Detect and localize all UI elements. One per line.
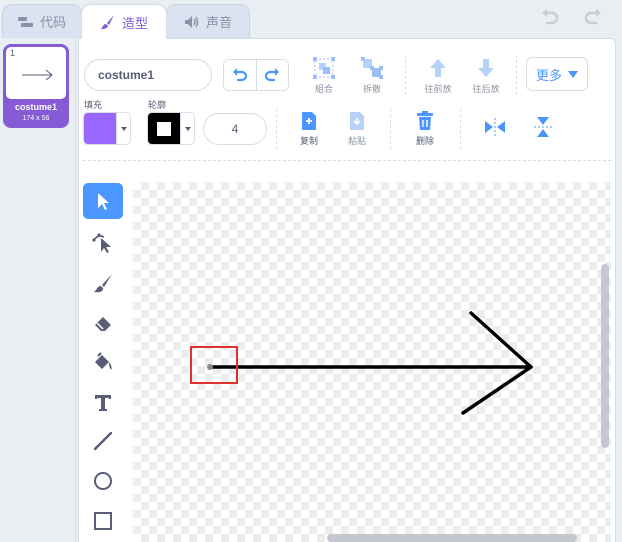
line-icon [93, 431, 113, 451]
backward-label: 往后放 [472, 84, 500, 94]
tab-costumes[interactable]: 造型 [81, 4, 167, 39]
rectangle-tool[interactable] [83, 503, 123, 539]
flip-horizontal-icon [485, 118, 505, 136]
paste-label: 粘贴 [347, 136, 366, 146]
ungroup-icon [361, 57, 383, 79]
circle-icon [94, 472, 112, 490]
group-button[interactable]: 組合 [306, 57, 342, 95]
fill-color-button[interactable] [83, 112, 131, 145]
paint-bucket-icon [95, 352, 112, 370]
divider [460, 109, 461, 149]
code-blocks-icon [17, 15, 34, 29]
global-redo-icon[interactable] [582, 6, 606, 30]
forward-label: 往前放 [424, 84, 452, 94]
tab-bar: 代码 造型 声音 [0, 0, 622, 39]
caret-down-icon [116, 113, 130, 144]
highlight-box [190, 346, 238, 384]
undo-redo-group [223, 59, 289, 91]
flip-vertical-button[interactable] [525, 115, 561, 139]
arrow-down-icon [478, 59, 494, 77]
outline-swatch [148, 113, 180, 144]
horizontal-scrollbar[interactable] [327, 534, 577, 542]
stroke-width-input[interactable]: 4 [203, 113, 267, 145]
toolbar-divider [83, 160, 611, 161]
redo-button[interactable] [255, 60, 288, 90]
ungroup-label: 拆散 [362, 84, 381, 94]
reshape-tool[interactable] [83, 225, 123, 261]
outline-color-button[interactable] [147, 112, 195, 145]
more-button[interactable]: 更多 [526, 57, 588, 91]
costume-size-label: 174 x 56 [22, 115, 50, 122]
tab-code-label: 代码 [39, 15, 66, 30]
text-tool[interactable] [83, 385, 123, 421]
eraser-icon [95, 317, 111, 331]
fill-swatch [84, 113, 116, 144]
vertical-scrollbar[interactable] [601, 264, 609, 448]
flip-vertical-icon [534, 117, 552, 137]
delete-button[interactable]: 删除 [407, 111, 443, 147]
outline-label: 轮廓 [148, 100, 167, 110]
caret-down-icon [568, 70, 578, 78]
circle-tool[interactable] [83, 463, 123, 499]
text-icon [95, 395, 111, 411]
backward-button[interactable]: 往后放 [468, 57, 504, 95]
divider [390, 109, 391, 149]
select-tool[interactable] [83, 183, 123, 219]
paste-icon [350, 112, 364, 130]
rectangle-icon [94, 512, 112, 530]
tab-sounds-label: 声音 [205, 15, 232, 30]
costume-name-label: costume1 [14, 102, 58, 112]
group-icon [313, 57, 335, 79]
costume-thumbnail: 1 [6, 47, 66, 99]
costume-list: 1 costume1 174 x 56 [0, 38, 76, 542]
brush-tool[interactable] [83, 265, 123, 301]
group-label: 組合 [314, 84, 333, 94]
forward-button[interactable]: 往前放 [420, 57, 456, 95]
drawing-canvas[interactable] [133, 182, 611, 542]
global-undo-icon[interactable] [537, 6, 561, 30]
arrow-up-icon [430, 59, 446, 77]
fill-label: 填充 [84, 100, 103, 110]
delete-label: 删除 [415, 136, 434, 146]
tab-sounds[interactable]: 声音 [166, 4, 250, 38]
fill-tool[interactable] [83, 345, 123, 381]
cursor-arrow-icon [98, 193, 109, 210]
costume-tile[interactable]: 1 costume1 174 x 56 [3, 44, 69, 128]
tab-costumes-label: 造型 [121, 15, 148, 31]
costume-name-input[interactable] [84, 59, 212, 91]
paintbrush-icon [100, 15, 116, 29]
brush-icon [94, 274, 112, 293]
costume-number: 1 [10, 48, 16, 58]
paste-button[interactable]: 粘贴 [339, 111, 375, 147]
line-tool[interactable] [83, 423, 123, 459]
divider [516, 55, 517, 95]
ungroup-button[interactable]: 拆散 [354, 57, 390, 95]
copy-button[interactable]: 复制 [291, 111, 327, 147]
more-label: 更多 [535, 67, 562, 83]
flip-horizontal-button[interactable] [477, 117, 513, 137]
eraser-tool[interactable] [83, 305, 123, 341]
divider [405, 55, 406, 95]
divider [276, 109, 277, 149]
tab-code[interactable]: 代码 [2, 4, 82, 38]
undo-icon [232, 68, 248, 82]
copy-label: 复制 [299, 136, 318, 146]
reshape-icon [92, 233, 111, 253]
caret-down-icon [180, 113, 194, 144]
undo-button[interactable] [224, 60, 256, 90]
trash-icon [417, 111, 433, 130]
redo-icon [265, 68, 280, 82]
copy-icon [302, 112, 316, 130]
paint-editor: 組合 拆散 往前放 往后放 更多 填充 轮廓 [78, 38, 616, 542]
speaker-icon [184, 15, 200, 29]
